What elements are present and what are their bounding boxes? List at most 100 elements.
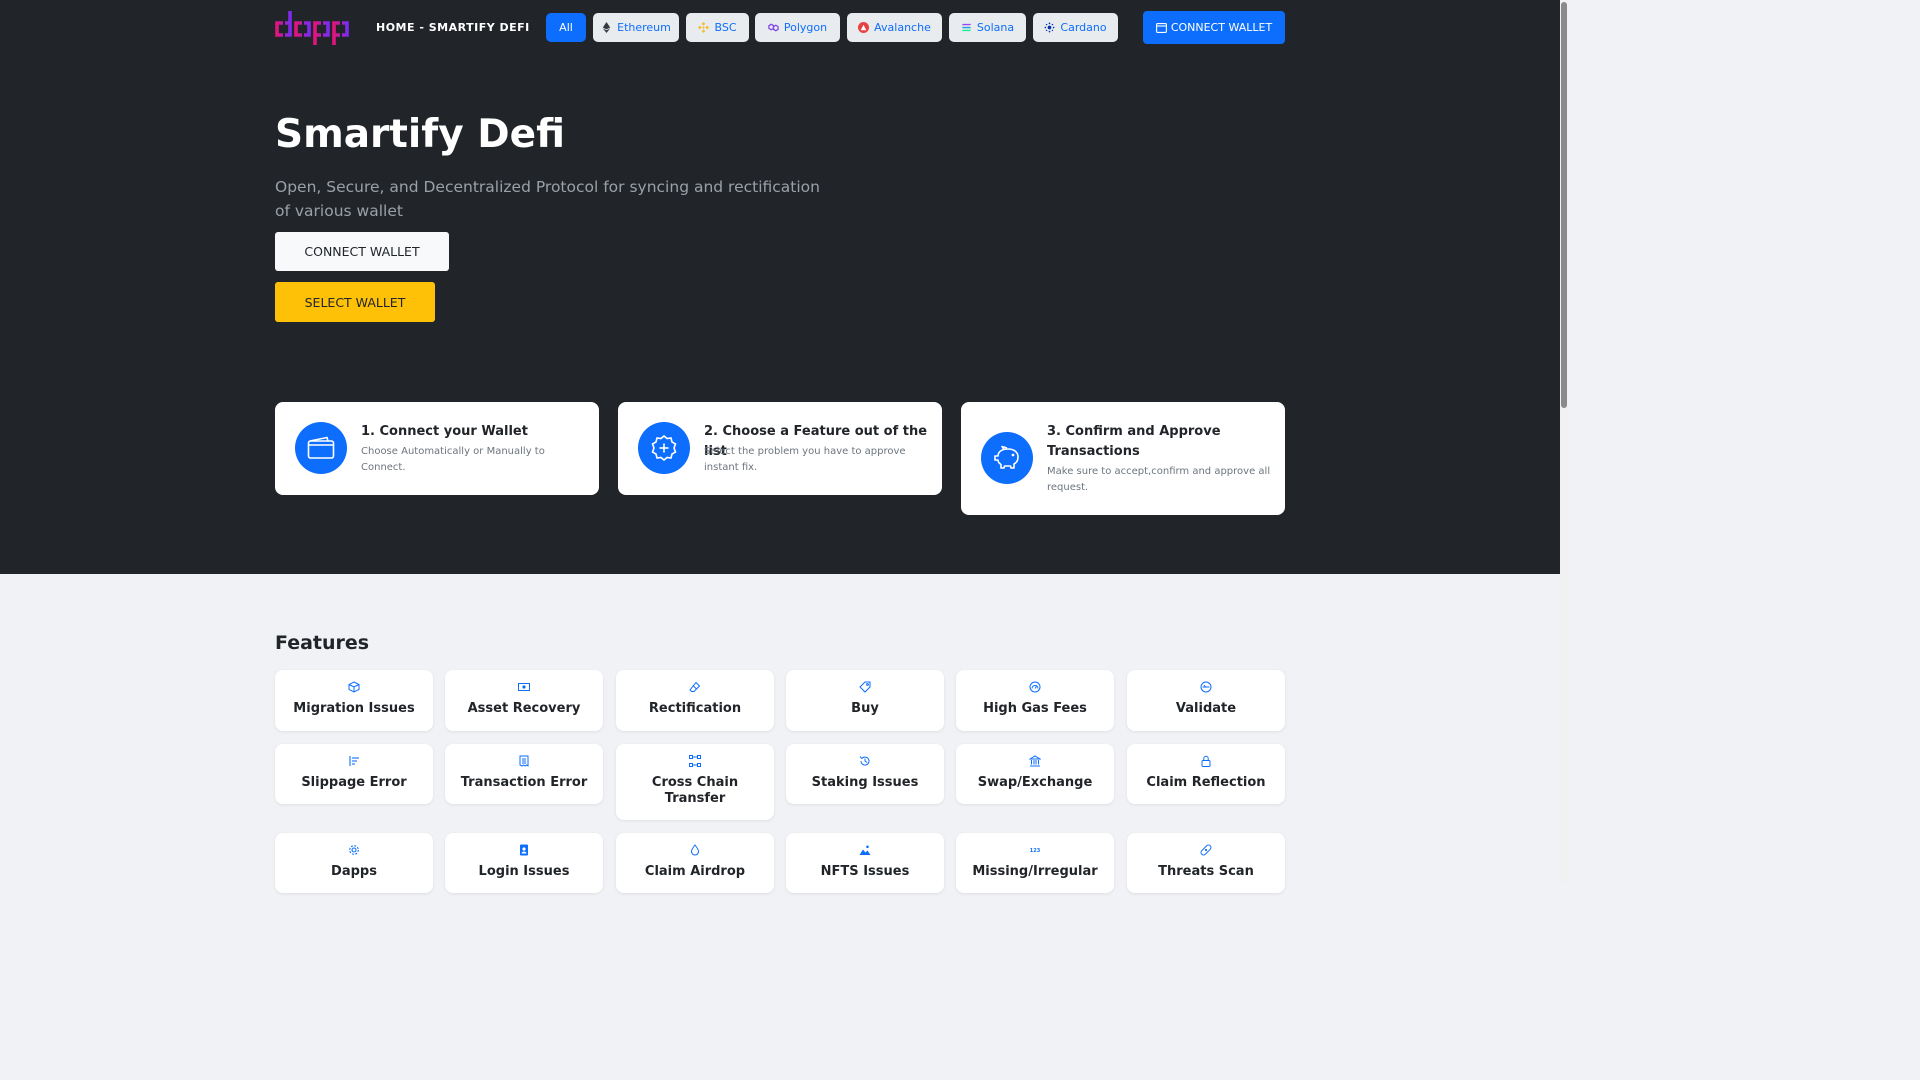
lock-icon (1201, 755, 1211, 767)
step-icon-circle (638, 422, 690, 474)
feature-card-swap-exchange[interactable]: Swap/Exchange (956, 744, 1114, 804)
feature-card-cross-chain-transfer[interactable]: Cross Chain Transfer (616, 744, 774, 820)
cardano-icon (1044, 22, 1055, 33)
feature-card-staking-issues[interactable]: Staking Issues (786, 744, 944, 804)
feature-label: Migration Issues (293, 701, 415, 716)
feature-card-asset-recovery[interactable]: Asset Recovery (445, 670, 603, 731)
step-title: 1. Connect your Wallet (361, 424, 528, 439)
svg-text:123: 123 (1030, 848, 1041, 854)
nodes-icon (689, 755, 701, 767)
ethereum-icon (602, 22, 611, 33)
step-description: Choose Automatically or Manually to Conn… (361, 446, 545, 473)
gear-icon (349, 845, 359, 855)
select-wallet-button[interactable]: SELECT WALLET (275, 282, 435, 322)
chain-filter-label: All (559, 21, 573, 34)
hero-subtitle: Open, Secure, and Decentralized Protocol… (275, 178, 820, 220)
droplet-icon (690, 844, 700, 856)
nav-connect-wallet-button[interactable]: CONNECT WALLET (1143, 11, 1285, 44)
image-icon (859, 845, 871, 855)
feature-label: Rectification (648, 701, 742, 716)
step-card-choose: 2. Choose a Feature out of the list Sele… (618, 402, 942, 495)
feature-label: Claim Airdrop (644, 864, 746, 879)
dapp-logo[interactable] (275, 11, 349, 45)
home-link[interactable]: HOME - SMARTIFY DEFI (376, 21, 530, 34)
feature-label: Claim Reflection (1146, 775, 1266, 790)
receipt-icon (519, 755, 529, 767)
features-title: Features (275, 632, 370, 654)
chain-filter-label: Polygon (783, 21, 828, 34)
feature-label: Missing/Irregular (972, 864, 1098, 879)
chain-filter-cardano[interactable]: Cardano (1033, 13, 1118, 42)
feature-card-buy[interactable]: Buy (786, 670, 944, 731)
wallet-icon (1155, 22, 1167, 33)
feature-card-rectification[interactable]: Rectification (616, 670, 774, 731)
feature-card-dapps[interactable]: Dapps (275, 833, 433, 893)
feature-label: NFTS Issues (820, 864, 910, 879)
feature-card-slippage-error[interactable]: Slippage Error (275, 744, 433, 804)
box-icon (348, 681, 360, 693)
feature-label: Dapps (331, 864, 377, 879)
feature-card-transaction-error[interactable]: Transaction Error (445, 744, 603, 804)
step-description: Select the problem you have to approve i… (704, 446, 906, 473)
feature-card-login-issues[interactable]: Login Issues (445, 833, 603, 893)
solana-icon (961, 23, 971, 32)
sort-bars-icon (349, 756, 359, 766)
chain-filter-avalanche[interactable]: Avalanche (847, 13, 942, 42)
step-icon-circle (981, 432, 1033, 484)
feature-card-threats-scan[interactable]: Threats Scan (1127, 833, 1285, 893)
bank-icon (1029, 755, 1041, 767)
chain-filter-all[interactable]: All (546, 13, 586, 42)
connect-wallet-button[interactable]: CONNECT WALLET (275, 232, 449, 271)
scrollbar-thumb[interactable] (1561, 2, 1567, 408)
page-title: Smartify Defi (275, 112, 565, 157)
feature-card-claim-airdrop[interactable]: Claim Airdrop (616, 833, 774, 893)
feature-label: Staking Issues (811, 775, 919, 790)
feature-label: Login Issues (478, 864, 570, 879)
feature-card-migration[interactable]: Migration Issues (275, 670, 433, 731)
chain-filter-bsc[interactable]: BSC (686, 13, 749, 42)
speedometer-icon (1200, 681, 1212, 693)
tag-icon (859, 681, 871, 693)
eraser-icon (689, 681, 701, 692)
step-description: Make sure to accept,confirm and approve … (1047, 466, 1271, 493)
person-badge-icon (520, 844, 528, 856)
cash-icon (518, 683, 530, 691)
feature-label: Swap/Exchange (977, 775, 1093, 790)
chain-filter-ethereum[interactable]: Ethereum (593, 13, 679, 42)
feature-card-high-gas-fees[interactable]: High Gas Fees (956, 670, 1114, 731)
history-icon (859, 756, 870, 766)
bnb-icon (698, 22, 710, 33)
piggy-bank-icon (994, 445, 1019, 469)
chain-filter-polygon[interactable]: Polygon (755, 13, 840, 42)
feature-label: Validate (1175, 701, 1237, 716)
gauge-icon (1029, 681, 1041, 693)
connect-wallet-label: CONNECT WALLET (304, 244, 420, 259)
chain-filter-label: Ethereum (617, 21, 671, 34)
feature-label: Asset Recovery (467, 701, 581, 716)
avalanche-icon (858, 22, 870, 33)
feature-card-nfts-issues[interactable]: NFTS Issues (786, 833, 944, 893)
chain-filter-label: Cardano (1060, 21, 1107, 34)
feature-label: Threats Scan (1158, 864, 1254, 879)
step-title: 3. Confirm and Approve Transactions (1047, 424, 1221, 459)
nav-connect-label: CONNECT WALLET (1170, 21, 1273, 34)
step-card-connect: 1. Connect your Wallet Choose Automatica… (275, 402, 599, 495)
chain-filter-label: Avalanche (874, 21, 931, 34)
feature-card-validate[interactable]: Validate (1127, 670, 1285, 731)
page-scrollbar[interactable] (1560, 0, 1568, 882)
chain-filter-label: Solana (976, 21, 1015, 34)
select-wallet-label: SELECT WALLET (304, 294, 406, 310)
numbers-123-icon: 123 (1030, 848, 1041, 854)
feature-card-missing-irregular[interactable]: 123 Missing/Irregular (956, 833, 1114, 893)
feature-card-claim-reflection[interactable]: Claim Reflection (1127, 744, 1285, 804)
bandaid-icon (1200, 844, 1212, 856)
step-card-confirm: 3. Confirm and Approve Transactions Make… (961, 402, 1285, 515)
step-icon-circle (295, 422, 347, 474)
chain-filter-solana[interactable]: Solana (949, 13, 1026, 42)
feature-label: Transaction Error (460, 775, 588, 790)
feature-label: Slippage Error (301, 775, 407, 790)
wallet-icon (307, 436, 335, 459)
feature-label: Buy (851, 701, 879, 716)
plus-badge-icon (651, 434, 677, 462)
feature-label: High Gas Fees (983, 701, 1087, 716)
